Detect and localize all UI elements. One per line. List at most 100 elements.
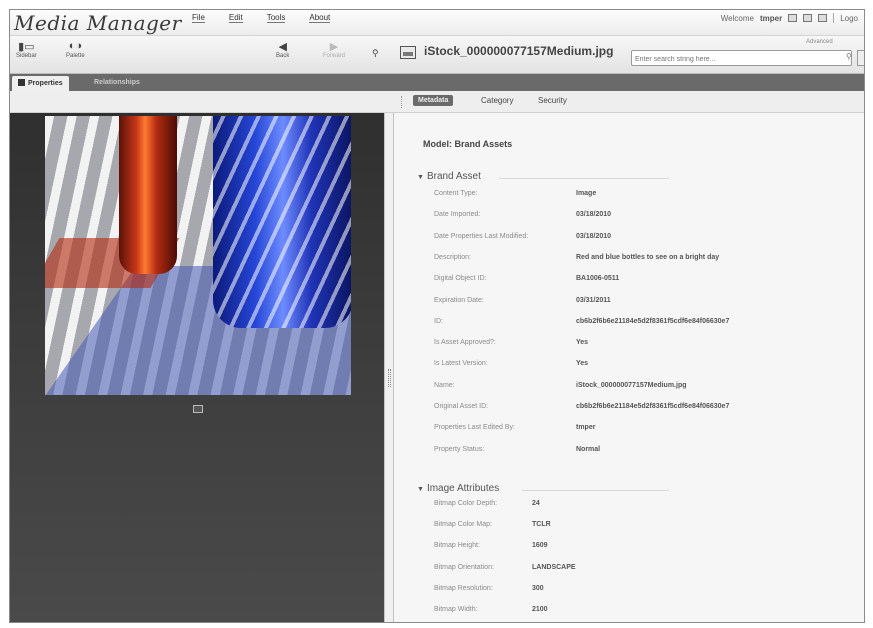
search-icon[interactable]: ⚲ (846, 52, 852, 61)
field-value: LANDSCAPE (532, 563, 576, 571)
field-label: Bitmap Resolution: (434, 584, 493, 592)
blue-bottle (213, 116, 351, 328)
back-button[interactable]: ◀ Back (276, 39, 290, 60)
splitter-grip-icon[interactable] (388, 369, 391, 387)
field-value: 03/18/2010 (576, 211, 612, 219)
detail-view-icon[interactable] (818, 14, 828, 22)
field-label: Properties Last Edited By: (434, 424, 515, 432)
app-title: Media Manager (14, 11, 182, 35)
brand-asset-title: Brand Asset (426, 171, 481, 182)
field-label: Name: (434, 381, 455, 389)
field-value: 300 (532, 584, 544, 592)
menu-about[interactable]: About (309, 13, 331, 23)
red-bottle (119, 116, 177, 274)
expand-triangle-icon: ▼ (417, 486, 424, 493)
field-value: Image (576, 190, 597, 197)
metadata-panel: Metadata Category Security Model: Brand … (395, 91, 864, 622)
tab-relationships-label: Relationships (94, 79, 140, 86)
search-input[interactable] (631, 50, 852, 66)
image-attributes-section-toggle[interactable]: ▼ Image Attributes (417, 483, 499, 494)
welcome-text: Welcome (720, 13, 754, 23)
user-area: Welcome tmper Logo (721, 13, 858, 23)
menu-file[interactable]: File (192, 13, 205, 23)
divider (833, 13, 835, 23)
sidebar-icon: ▮▭ (18, 40, 35, 53)
toolbar: ▮▭ Sidebar ◐◑ Palette ◀ Back ▶ Forward ⚲… (10, 36, 864, 74)
field-value: cb6b2f6b6e21184e5d2f8361f5cdf6e84f06630e… (576, 317, 730, 325)
field-value: cb6b2f6b6e21184e5d2f8361f5cdf6e84f06630e… (576, 403, 730, 410)
field-label: Date Imported: (434, 211, 481, 219)
image-preview[interactable] (45, 116, 351, 395)
field-value: 24 (532, 500, 540, 507)
title-bar: Media Manager File Edit Tools About Welc… (10, 10, 864, 36)
forward-arrow-icon: ▶ (329, 40, 339, 53)
field-label: Is Latest Version: (434, 360, 488, 368)
field-label: Bitmap Width: (434, 606, 478, 613)
field-value: Yes (576, 360, 589, 368)
field-value: iStock_000000077157Medium.jpg (576, 381, 687, 389)
advanced-search-link[interactable]: Advanced (806, 39, 833, 45)
image-file-icon (400, 46, 416, 59)
field-label: Bitmap Orientation: (434, 563, 494, 571)
image-type-icon[interactable] (193, 405, 203, 413)
image-attributes-title: Image Attributes (426, 483, 500, 494)
field-value: BA1006-0511 (576, 275, 620, 283)
app-window: Media Manager File Edit Tools About Welc… (9, 9, 865, 623)
field-value: Yes (576, 339, 589, 347)
divider (522, 490, 669, 491)
field-value: TCLR (532, 521, 551, 529)
model-title: Model: Brand Assets (423, 139, 513, 149)
field-label: ID: (434, 317, 443, 325)
field-label: Bitmap Color Depth: (434, 500, 498, 507)
field-value: 03/18/2010 (576, 232, 612, 240)
forward-label: Forward (323, 53, 346, 59)
menu-tools[interactable]: Tools (266, 13, 286, 23)
field-label: Property Status: (434, 445, 485, 453)
tab-relationships[interactable]: Relationships (88, 76, 146, 91)
tab-properties[interactable]: Properties (12, 76, 69, 91)
field-value: 03/31/2011 (576, 296, 611, 304)
zoom-button[interactable]: ⚲ (372, 46, 379, 60)
logout-link[interactable]: Logo (840, 14, 858, 23)
magnifier-icon: ⚲ (372, 47, 379, 58)
field-label: Digital Object ID: (434, 275, 487, 283)
field-value: Normal (576, 445, 601, 453)
brand-asset-section-toggle[interactable]: ▼ Brand Asset (417, 171, 481, 182)
back-label: Back (276, 53, 290, 59)
tab-bar: Properties Relationships (10, 74, 864, 91)
field-value: 1609 (532, 542, 548, 550)
username[interactable]: tmper (760, 14, 782, 23)
divider (499, 178, 669, 179)
menu-edit[interactable]: Edit (228, 13, 243, 23)
detail-tabs: Metadata Category Security (395, 91, 864, 113)
palette-button[interactable]: ◐◑ Palette (66, 39, 85, 59)
list-view-icon[interactable] (803, 14, 813, 22)
field-label: Description: (434, 253, 471, 261)
properties-icon (18, 79, 25, 86)
tab-metadata[interactable]: Metadata (413, 95, 454, 106)
field-label: Date Properties Last Modified: (434, 232, 529, 240)
palette-label: Palette (66, 53, 85, 59)
palette-icon: ◐◑ (68, 40, 82, 52)
preview-panel (10, 113, 384, 622)
panel-splitter[interactable] (384, 113, 394, 622)
file-name: iStock_000000077157Medium.jpg (424, 44, 614, 58)
field-value: Red and blue bottles to see on a bright … (576, 253, 720, 261)
divider (401, 96, 402, 108)
field-label: Bitmap Color Map: (434, 521, 492, 529)
search-options-button[interactable] (857, 50, 864, 66)
sidebar-button[interactable]: ▮▭ Sidebar (16, 39, 37, 60)
back-arrow-icon: ◀ (278, 40, 287, 53)
forward-button[interactable]: ▶ Forward (323, 39, 346, 60)
grid-view-icon[interactable] (788, 14, 798, 22)
expand-triangle-icon: ▼ (417, 174, 424, 181)
field-label: Original Asset ID: (434, 403, 489, 410)
field-label: Is Asset Approved?: (434, 339, 496, 347)
tab-security[interactable]: Security (538, 96, 567, 105)
tab-category[interactable]: Category (481, 96, 513, 105)
field-label: Content Type: (434, 190, 478, 197)
field-label: Bitmap Height: (434, 542, 480, 550)
sidebar-label: Sidebar (16, 53, 37, 59)
menu-bar: File Edit Tools About (192, 13, 354, 23)
field-value: tmper (576, 424, 596, 432)
